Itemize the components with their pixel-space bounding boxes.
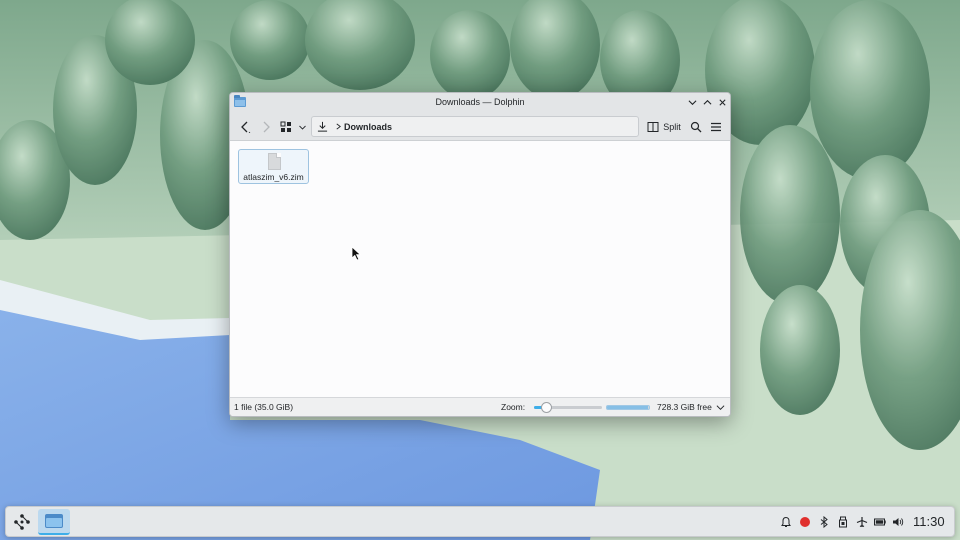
digital-clock[interactable]: 11:30 (913, 514, 945, 529)
search-button[interactable] (688, 117, 704, 137)
window-titlebar[interactable]: Downloads — Dolphin (230, 93, 730, 113)
location-bar[interactable]: Downloads (311, 116, 639, 137)
file-item[interactable]: atlaszim_v6.zim (238, 149, 309, 184)
taskbar-dolphin-button[interactable] (38, 509, 70, 535)
zoom-slider-handle[interactable] (540, 402, 552, 413)
breadcrumb-downloads[interactable]: Downloads (344, 122, 392, 132)
record-indicator-icon[interactable] (799, 516, 811, 528)
close-button[interactable] (716, 96, 729, 109)
minimize-button[interactable] (686, 96, 699, 109)
dolphin-window: Downloads — Dolphin Downloads Split atla… (229, 92, 731, 417)
folder-icon (45, 514, 63, 528)
zoom-slider[interactable] (534, 402, 602, 413)
status-bar: 1 file (35.0 GiB) Zoom: 728.3 GiB free (230, 397, 730, 416)
taskbar-panel: 11:30 (5, 506, 955, 537)
chevron-up-icon (703, 99, 712, 105)
close-icon (719, 99, 726, 106)
forward-arrow-icon (263, 121, 270, 133)
maximize-button[interactable] (701, 96, 714, 109)
main-toolbar: Downloads Split (230, 113, 730, 141)
free-space-bar-fill (607, 406, 648, 409)
airplane-mode-icon[interactable] (856, 516, 868, 528)
chevron-down-icon[interactable] (716, 403, 725, 412)
chevron-down-icon (298, 125, 306, 130)
view-mode-button[interactable] (278, 117, 294, 137)
split-label: Split (663, 122, 681, 132)
free-space-text[interactable]: 728.3 GiB free (657, 402, 712, 412)
forward-button[interactable] (258, 117, 274, 137)
file-name: atlaszim_v6.zim (243, 172, 304, 182)
downloads-icon[interactable] (312, 117, 332, 136)
hamburger-menu-icon (711, 122, 721, 132)
icons-view-icon (280, 121, 291, 132)
usb-device-icon[interactable] (837, 516, 849, 528)
search-icon (690, 121, 702, 133)
window-title: Downloads — Dolphin (435, 97, 525, 107)
chevron-down-icon (688, 100, 697, 106)
bluetooth-icon[interactable] (818, 515, 830, 529)
split-button[interactable]: Split (646, 117, 682, 137)
file-view[interactable]: atlaszim_v6.zim (230, 141, 730, 399)
battery-icon[interactable] (874, 516, 886, 528)
volume-icon[interactable] (892, 516, 904, 528)
free-space-bar[interactable] (606, 405, 650, 410)
status-summary: 1 file (35.0 GiB) (234, 402, 294, 412)
zoom-label: Zoom: (501, 402, 526, 412)
split-view-icon (647, 122, 659, 132)
notifications-icon[interactable] (780, 516, 792, 528)
menu-button[interactable] (708, 117, 724, 137)
back-button[interactable] (236, 117, 254, 137)
application-launcher-icon[interactable] (11, 511, 33, 533)
view-mode-dropdown[interactable] (296, 117, 308, 137)
breadcrumb-separator-icon (332, 123, 344, 130)
mouse-cursor-icon (351, 246, 362, 261)
back-arrow-icon (241, 121, 251, 133)
generic-file-icon (268, 153, 281, 170)
